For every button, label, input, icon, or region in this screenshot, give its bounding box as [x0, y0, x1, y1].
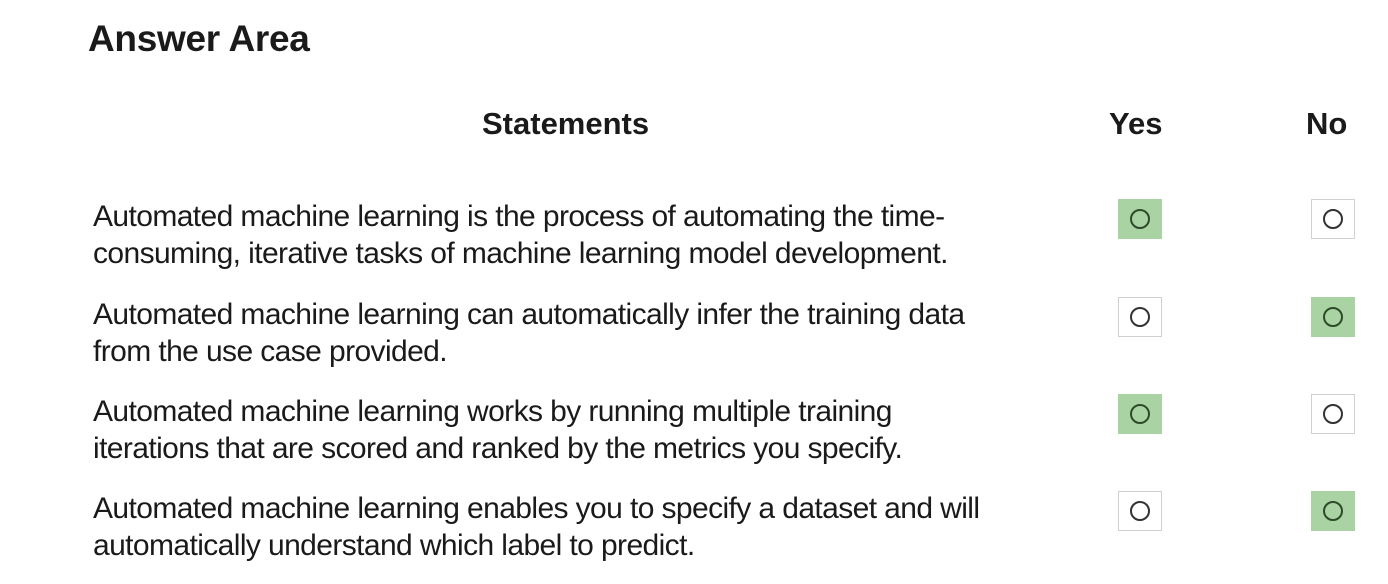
radio-circle-icon — [1130, 307, 1150, 327]
no-radio-button[interactable] — [1311, 199, 1355, 239]
no-radio-button[interactable] — [1311, 297, 1355, 337]
statement-line: Automated machine learning is the proces… — [93, 200, 945, 233]
yes-header: Yes — [1109, 106, 1163, 141]
statement-line: from the use case provided. — [93, 335, 448, 368]
statement-row: Automated machine learning is the proces… — [0, 198, 1388, 278]
yes-radio-button[interactable] — [1118, 297, 1162, 337]
statement-text: Automated machine learning works by runn… — [93, 393, 1103, 467]
statement-line: consuming, iterative tasks of machine le… — [93, 237, 948, 270]
statement-line: Automated machine learning enables you t… — [93, 492, 980, 525]
no-radio-button[interactable] — [1311, 491, 1355, 531]
radio-circle-icon — [1130, 404, 1150, 424]
no-radio-button[interactable] — [1311, 394, 1355, 434]
statement-line: Automated machine learning can automatic… — [93, 298, 965, 331]
statement-line: iterations that are scored and ranked by… — [93, 432, 903, 465]
radio-circle-icon — [1323, 209, 1343, 229]
statement-text: Automated machine learning can automatic… — [93, 296, 1103, 370]
statement-row: Automated machine learning can automatic… — [0, 296, 1388, 376]
radio-circle-icon — [1323, 404, 1343, 424]
radio-circle-icon — [1323, 501, 1343, 521]
yes-radio-button[interactable] — [1118, 491, 1162, 531]
statement-text: Automated machine learning is the proces… — [93, 198, 1103, 272]
answer-area-title: Answer Area — [88, 18, 310, 59]
statements-header: Statements — [482, 106, 650, 141]
radio-circle-icon — [1130, 209, 1150, 229]
statement-line: automatically understand which label to … — [93, 529, 695, 562]
statement-row: Automated machine learning enables you t… — [0, 490, 1388, 570]
radio-circle-icon — [1130, 501, 1150, 521]
no-header: No — [1306, 106, 1348, 141]
statement-text: Automated machine learning enables you t… — [93, 490, 1103, 564]
yes-radio-button[interactable] — [1118, 199, 1162, 239]
statement-row: Automated machine learning works by runn… — [0, 393, 1388, 473]
radio-circle-icon — [1323, 307, 1343, 327]
statement-line: Automated machine learning works by runn… — [93, 395, 892, 428]
yes-radio-button[interactable] — [1118, 394, 1162, 434]
